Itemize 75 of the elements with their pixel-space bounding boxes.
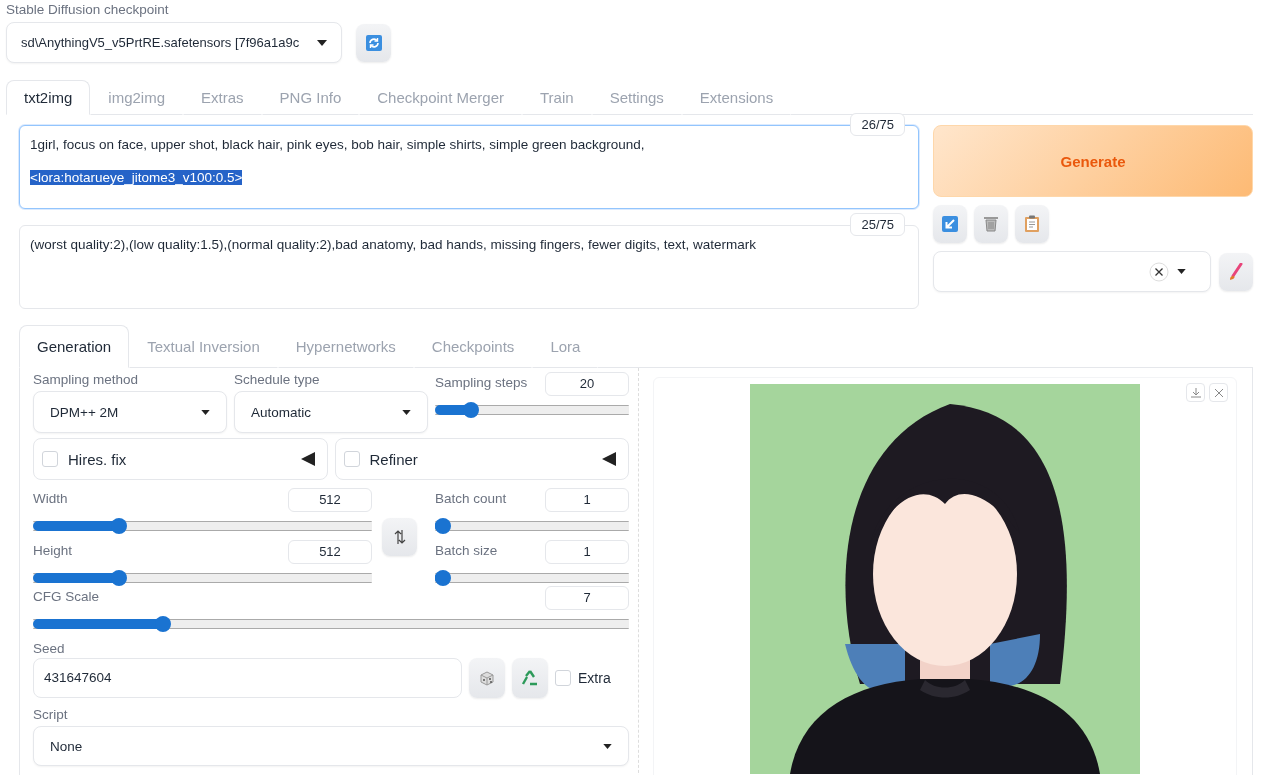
checkbox[interactable] [42,451,58,467]
field-label: Sampling method [33,372,140,387]
refresh-icon [365,34,382,51]
checkbox[interactable] [555,670,571,686]
slider-handle[interactable] [110,570,127,586]
reuse-seed-button[interactable] [512,658,548,698]
number-field[interactable]: 1 [545,540,629,564]
close-icon [1214,388,1223,397]
tab[interactable]: txt2img [6,80,91,115]
collapse-icon [300,452,315,466]
prompt-text: (worst quality:2),(low quality:1.5),(normal quality:2),bad anatomy, bad hands, missing fingers, fewer digits, text, watermark [30,237,757,252]
checkpoint-dropdown[interactable]: sd\AnythingV5_v5PrtRE.safetensors [7f96a1a9c [6,22,342,63]
accordion-label: Hires. fix [68,450,128,468]
slider-handle[interactable] [435,570,451,586]
caret-icon [317,39,327,46]
number-field[interactable]: 20 [545,372,629,396]
close-button[interactable] [1209,383,1228,402]
slider[interactable] [435,518,629,534]
slider-handle[interactable] [110,518,127,534]
select-dropdown[interactable]: Automatic [234,391,428,433]
collapse-icon [602,452,616,466]
slider-label: Sampling steps [435,374,528,390]
arrow-icon [942,216,958,232]
field-label: Script [33,707,69,722]
random-seed-button[interactable] [469,658,505,698]
clipboard-icon [1024,215,1040,233]
checkbox-label: Extra [578,670,611,686]
dice-icon [479,670,495,686]
edit-styles-button[interactable] [1219,252,1253,291]
swap-button[interactable] [382,518,417,556]
trash-button[interactable] [974,205,1008,243]
accordion[interactable]: Refiner [334,438,629,480]
caret-icon [603,743,612,749]
slider-handle[interactable] [463,402,480,418]
clipboard-button[interactable] [1015,205,1049,243]
swap-icon [393,529,406,545]
checkpoint-label: Stable Diffusion checkpoint [6,1,170,19]
tab[interactable]: Generation [19,325,130,368]
accordion[interactable]: Hires. fix [33,438,328,480]
slider-label: CFG Scale [33,588,100,604]
download-icon [1190,387,1201,398]
number-field[interactable]: 512 [288,488,372,512]
slider-handle[interactable] [435,518,451,534]
slider-label: Width [33,490,68,506]
seed-field[interactable]: 431647604 [33,658,462,698]
checkbox[interactable] [343,451,360,467]
token-counter: 25/75 [850,213,905,236]
caret-icon [1177,269,1186,274]
slider-label: Batch count [435,490,507,506]
slider[interactable] [435,402,629,418]
caret-icon [402,409,411,415]
slider[interactable] [33,570,372,586]
prompt-text: <lora:hotarueye_jitome3_v100:0.5> [30,170,243,185]
slider-label: Batch size [435,542,498,558]
number-field[interactable]: 512 [288,540,372,564]
slider-handle[interactable] [154,616,171,632]
field-label: Schedule type [234,372,321,387]
number-field[interactable]: 1 [545,488,629,512]
number-field[interactable]: 7 [545,586,629,610]
read-params-button[interactable] [933,205,967,243]
clear-icon [1149,261,1169,282]
prompt-text: 1girl, focus on face, upper shot, black hair, pink eyes, bob hair, simple shirts, simple green background, [30,137,645,152]
token-counter: 26/75 [850,113,905,136]
slider[interactable] [435,570,629,586]
select-dropdown[interactable]: DPM++ 2M [33,391,227,433]
slider[interactable] [33,518,372,534]
slider-label: Height [33,542,73,558]
trash-icon [982,215,1000,233]
refresh-button[interactable] [356,23,391,62]
brush-icon [1228,262,1244,281]
caret-icon [201,409,210,415]
field-label: Seed [33,641,66,656]
accordion-label: Refiner [369,450,419,468]
script-dropdown[interactable]: None [33,726,629,766]
slider[interactable] [33,616,629,632]
